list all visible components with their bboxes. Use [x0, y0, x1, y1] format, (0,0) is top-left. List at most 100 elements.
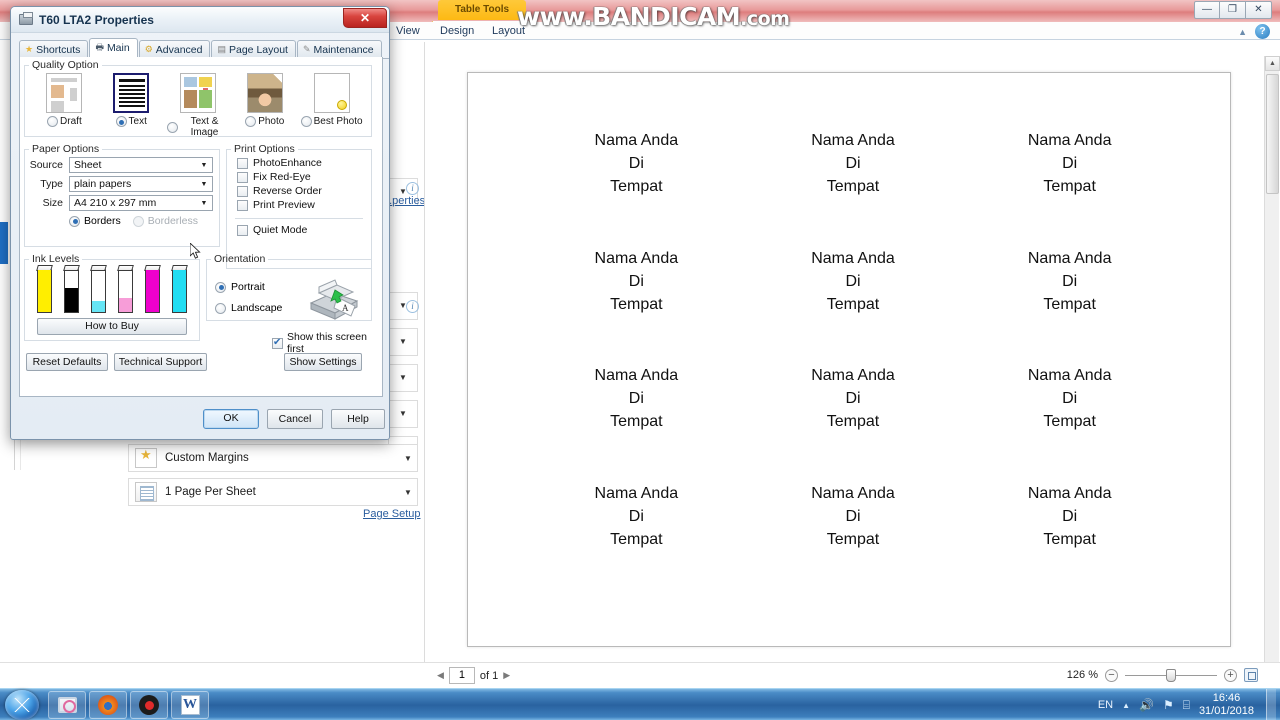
settings-dropdown-3[interactable]: ▼ [388, 328, 418, 356]
landscape-radio[interactable] [215, 302, 226, 314]
option-quiet-mode[interactable]: Quiet Mode [237, 224, 371, 236]
zoom-control: 126 % − + [1067, 668, 1258, 682]
orientation-landscape[interactable]: Landscape [215, 302, 282, 314]
text-image-thumbnail-icon[interactable] [179, 73, 216, 113]
tab-main-label: Main [106, 42, 130, 54]
preview-page[interactable]: Nama Anda Di Tempat Nama Anda Di Tempat … [467, 72, 1231, 647]
chevron-down-icon-2[interactable]: ▼ [399, 488, 417, 497]
how-to-buy-button[interactable]: How to Buy [37, 318, 187, 335]
next-page-icon[interactable]: ▶ [503, 670, 510, 681]
photo-radio[interactable] [245, 116, 257, 127]
table-tools-contextual-tab[interactable]: Table Tools [438, 0, 526, 20]
show-settings-button[interactable]: Show Settings [284, 353, 362, 371]
start-button[interactable] [5, 690, 39, 720]
text-thumbnail-icon[interactable] [113, 73, 150, 113]
close-button[interactable]: ✕ [1246, 1, 1272, 19]
zoom-to-page-icon[interactable] [1244, 668, 1258, 682]
quality-option-best-photo[interactable]: Best Photo [300, 73, 363, 138]
technical-support-button[interactable]: Technical Support [114, 353, 207, 371]
tab-main[interactable]: 🖶 Main [89, 38, 138, 58]
reset-defaults-button[interactable]: Reset Defaults [26, 353, 108, 371]
mouse-cursor [190, 243, 201, 259]
chevron-down-icon[interactable]: ▼ [399, 454, 417, 463]
print-preview-checkbox[interactable] [237, 199, 248, 211]
photoenhance-checkbox[interactable] [237, 157, 248, 169]
orientation-portrait[interactable]: Portrait [215, 281, 282, 293]
tab-page-layout[interactable]: ▤ Page Layout [211, 40, 296, 58]
settings-dropdown-4[interactable]: ▼ [388, 364, 418, 392]
restore-button[interactable]: ❐ [1220, 1, 1246, 19]
scroll-up-arrow-icon[interactable]: ▲ [1265, 56, 1280, 71]
taskbar-word[interactable]: W [171, 691, 209, 719]
zoom-slider-track[interactable] [1125, 668, 1217, 682]
help-icon[interactable]: ? [1255, 24, 1270, 39]
zoom-out-button[interactable]: − [1105, 668, 1118, 682]
show-desktop-button[interactable] [1266, 689, 1276, 720]
network-icon[interactable]: ⚑ [1163, 698, 1174, 712]
photo-thumbnail-icon[interactable] [246, 73, 283, 113]
fix-red-eye-checkbox[interactable] [237, 171, 248, 183]
page-setup-link[interactable]: Page Setup [363, 508, 421, 520]
tab-shortcuts[interactable]: ★ Shortcuts [19, 40, 89, 58]
tab-advanced[interactable]: ⚙ Advanced [138, 40, 211, 58]
draft-thumbnail-icon[interactable] [46, 73, 83, 113]
quality-option-text-image[interactable]: Text & Image [166, 73, 229, 138]
zoom-in-button[interactable]: + [1224, 668, 1237, 682]
scrollbar-thumb[interactable] [1266, 74, 1279, 194]
settings-dropdown-5[interactable]: ▼ [388, 400, 418, 428]
option-photoenhance[interactable]: PhotoEnhance [237, 157, 371, 169]
chevron-down-icon[interactable]: ▼ [197, 196, 211, 210]
chevron-down-icon[interactable]: ▼ [197, 177, 211, 191]
taskbar-remote-desktop[interactable] [48, 691, 86, 719]
firefox-icon [98, 695, 118, 715]
taskbar-firefox[interactable] [89, 691, 127, 719]
show-hidden-icons-icon[interactable]: ▲ [1122, 701, 1130, 710]
help-button[interactable]: Help [331, 409, 385, 429]
option-fix-red-eye[interactable]: Fix Red-Eye [237, 171, 371, 183]
size-select[interactable]: A4 210 x 297 mm ▼ [69, 195, 213, 211]
ok-button[interactable]: OK [203, 409, 259, 429]
volume-icon[interactable]: 🔊 [1139, 698, 1154, 712]
borders-radio[interactable] [69, 215, 80, 227]
tab-advanced-label: Advanced [155, 43, 203, 56]
setting-pages-per-sheet[interactable]: 1 Page Per Sheet ▼ [128, 478, 418, 506]
reverse-order-checkbox[interactable] [237, 185, 248, 197]
dialog-close-button[interactable]: ✕ [343, 8, 387, 28]
text-image-radio[interactable] [166, 121, 178, 133]
source-select[interactable]: Sheet ▼ [69, 157, 213, 173]
setting-custom-margins[interactable]: Custom Margins ▼ [128, 444, 418, 472]
quality-option-photo[interactable]: Photo [234, 73, 296, 138]
action-center-icon[interactable]: ⌸ [1183, 698, 1190, 713]
cancel-button[interactable]: Cancel [267, 409, 323, 429]
tab-design[interactable]: Design [440, 23, 474, 39]
quality-option-draft[interactable]: Draft [33, 73, 95, 138]
zoom-slider-handle[interactable] [1166, 668, 1176, 682]
previous-page-icon[interactable]: ◀ [437, 670, 444, 681]
label-line-1: Nama Anda [594, 367, 679, 384]
quality-option-text[interactable]: Text [100, 73, 162, 138]
clock[interactable]: 16:46 31/01/2018 [1199, 692, 1254, 718]
zoom-percent-label[interactable]: 126 % [1067, 669, 1098, 681]
best-photo-radio[interactable] [300, 116, 312, 127]
type-select[interactable]: plain papers ▼ [69, 176, 213, 192]
show-this-screen-first-checkbox[interactable] [272, 337, 283, 349]
best-photo-thumbnail-icon[interactable] [313, 73, 350, 113]
minimize-button[interactable]: — [1194, 1, 1220, 19]
draft-radio[interactable] [47, 116, 59, 127]
preview-scrollbar[interactable]: ▲ ▼ [1264, 56, 1280, 694]
page-number-input[interactable]: 1 [448, 667, 475, 684]
text-radio[interactable] [115, 116, 127, 127]
option-reverse-order[interactable]: Reverse Order [237, 185, 371, 197]
tab-maintenance[interactable]: ✎ Maintenance [296, 40, 382, 58]
show-this-screen-first-row[interactable]: Show this screen first [272, 331, 382, 355]
label-line-1: Nama Anda [1027, 484, 1112, 502]
portrait-radio[interactable] [215, 281, 226, 293]
quiet-mode-checkbox[interactable] [237, 224, 248, 236]
option-print-preview[interactable]: Print Preview [237, 199, 371, 211]
tab-view[interactable]: View [396, 23, 420, 39]
language-indicator[interactable]: EN [1098, 699, 1113, 711]
chevron-down-icon[interactable]: ▼ [197, 158, 211, 172]
dialog-title-bar[interactable]: T60 LTA2 Properties ✕ [11, 7, 389, 33]
taskbar-bandicam[interactable] [130, 691, 168, 719]
collapse-ribbon-icon[interactable]: ▲ [1238, 27, 1247, 37]
